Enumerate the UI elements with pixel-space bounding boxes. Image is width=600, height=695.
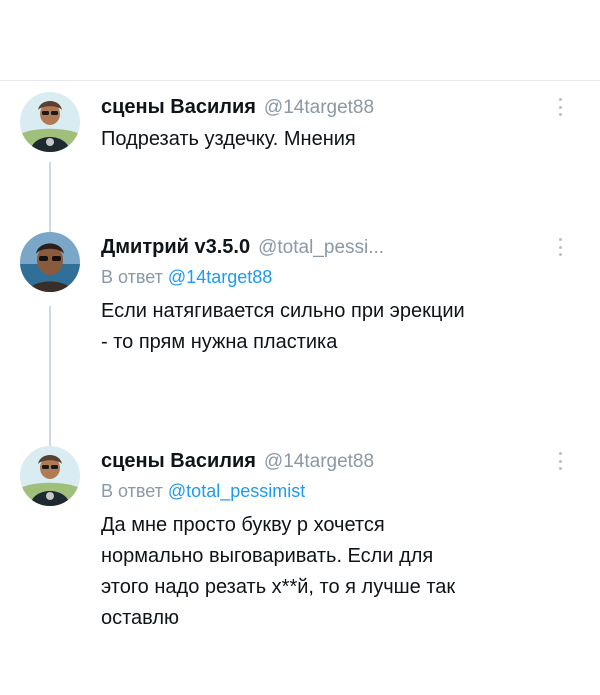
top-divider: [0, 80, 600, 81]
avatar[interactable]: [20, 446, 80, 506]
reply-to-link[interactable]: @total_pessimist: [168, 481, 305, 501]
tweet-content: сцены Василия @14target88 Подрезать узде…: [101, 92, 571, 155]
more-vertical-icon[interactable]: [558, 238, 562, 256]
tweet-text: Если натягивается сильно при эрекции - т…: [101, 300, 465, 353]
avatar-photo-icon: [20, 446, 80, 506]
reply-context: В ответ @14target88: [101, 264, 571, 290]
reply-to-link[interactable]: @14target88: [168, 267, 272, 287]
reply-prefix: В ответ: [101, 481, 163, 501]
tweet-text: Подрезать уздечку. Мнения: [101, 128, 356, 150]
avatar[interactable]: [20, 232, 80, 292]
reply-context: В ответ @total_pessimist: [101, 478, 571, 504]
user-handle[interactable]: @14target88: [264, 447, 374, 477]
user-handle[interactable]: @14target88: [264, 93, 374, 123]
more-vertical-icon[interactable]: [558, 98, 562, 116]
tweet-content: Дмитрий v3.5.0 @total_pessi... В ответ @…: [101, 232, 571, 358]
tweet-header: сцены Василия @14target88: [101, 92, 571, 122]
user-handle[interactable]: @total_pessi...: [258, 233, 384, 263]
display-name[interactable]: Дмитрий v3.5.0: [101, 232, 250, 262]
tweet-text: Да мне просто букву р хочется нормально …: [101, 514, 456, 629]
avatar[interactable]: [20, 92, 80, 152]
thread-connector: [49, 162, 51, 234]
tweet-header: сцены Василия @14target88: [101, 446, 571, 476]
avatar-photo-icon: [20, 232, 80, 292]
display-name[interactable]: сцены Василия: [101, 446, 256, 476]
tweet-content: сцены Василия @14target88 В ответ @total…: [101, 446, 571, 634]
display-name[interactable]: сцены Василия: [101, 92, 256, 122]
more-vertical-icon[interactable]: [558, 452, 562, 470]
tweet-header: Дмитрий v3.5.0 @total_pessi...: [101, 232, 571, 262]
avatar-photo-icon: [20, 92, 80, 152]
reply-prefix: В ответ: [101, 267, 163, 287]
thread-connector: [49, 306, 51, 446]
